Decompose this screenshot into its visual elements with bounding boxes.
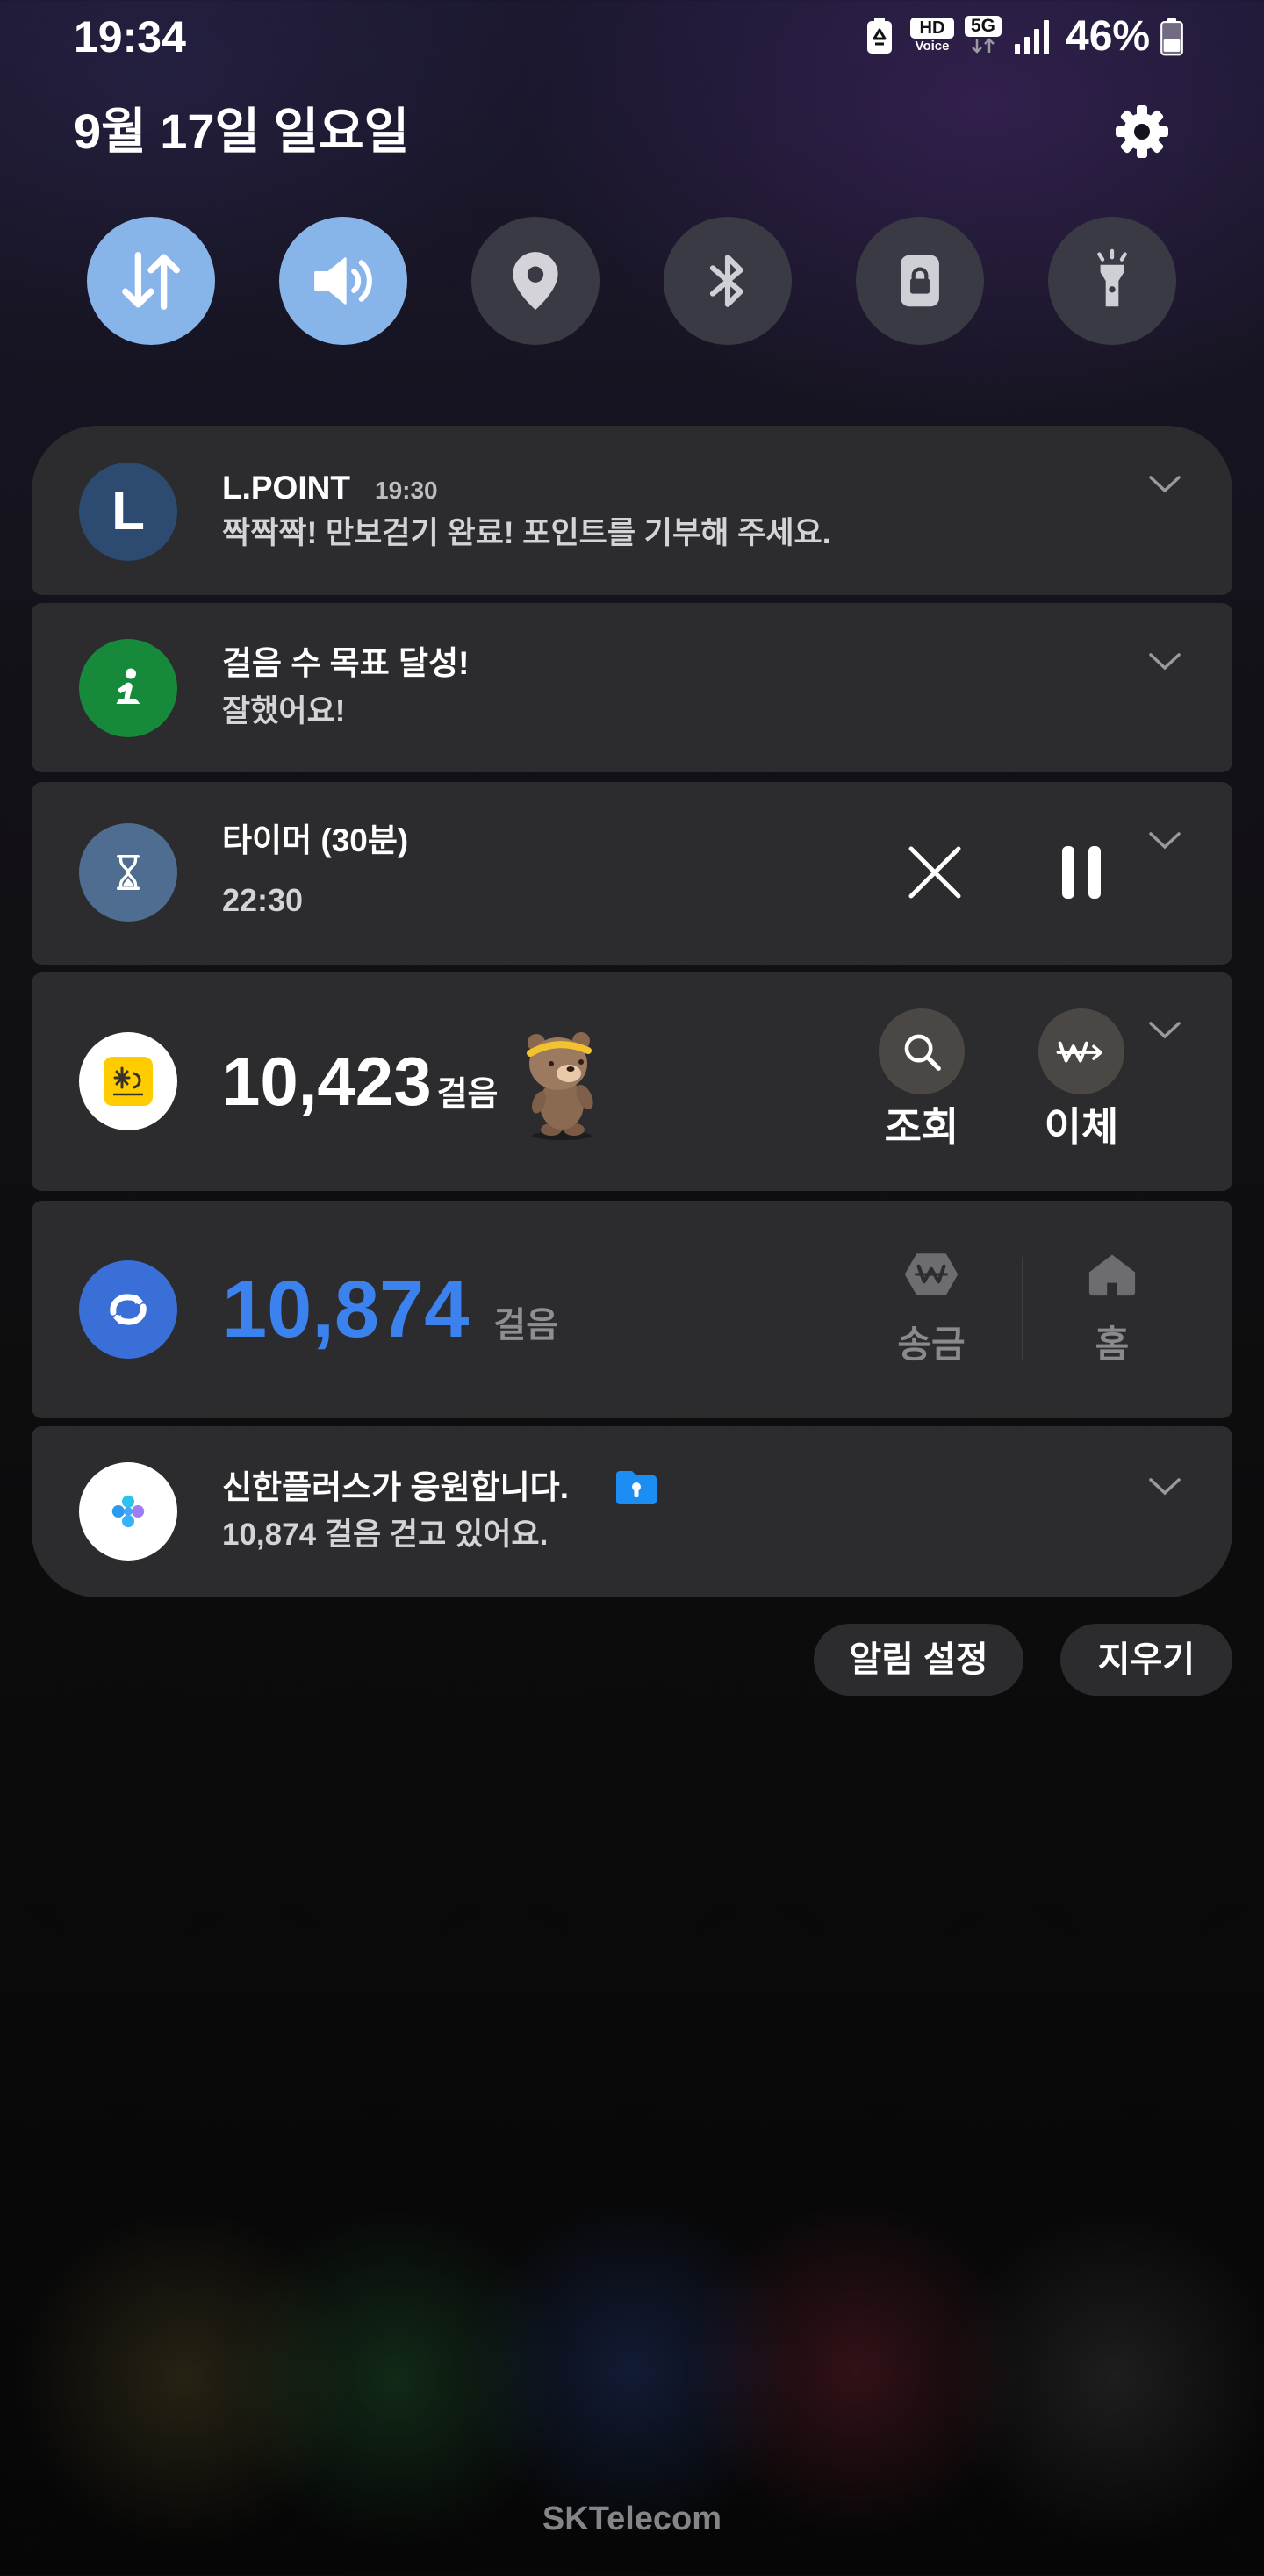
speaker-icon	[314, 257, 372, 305]
shinhan-app-icon	[79, 1260, 177, 1359]
timer-remaining: 22:30	[222, 882, 304, 918]
secure-folder-icon	[616, 1471, 657, 1504]
battery-saver-icon	[867, 18, 892, 54]
notification-title: 걸음 수 목표 달성!	[222, 645, 470, 681]
location-pin-icon	[513, 252, 558, 310]
hd-voice-icon: HD Voice	[910, 18, 954, 56]
notification-time: 19:30	[375, 477, 438, 504]
transfer-icon	[1056, 1041, 1102, 1063]
notification-title-row: 신한플러스가 응원합니다.	[222, 1468, 658, 1507]
shinhan-plus-logo-icon	[111, 1495, 145, 1528]
date-label: 9월 17일 일요일	[74, 104, 410, 159]
kb-logo-icon	[104, 1057, 153, 1106]
gear-icon[interactable]	[1115, 104, 1169, 159]
hd-label: HD	[910, 18, 954, 39]
sound-toggle[interactable]	[279, 217, 407, 345]
lpoint-app-icon: L	[79, 463, 177, 561]
chevron-down-icon[interactable]	[1147, 651, 1182, 672]
kb-transfer-label: 이체	[1044, 1104, 1119, 1150]
battery-percent: 46%	[1066, 13, 1151, 60]
notification-message: 잘했어요!	[222, 694, 346, 728]
bluetooth-toggle[interactable]	[664, 217, 792, 345]
transfer-button-circle	[1038, 1008, 1124, 1094]
bear-character-icon	[527, 1032, 593, 1140]
voice-label: Voice	[915, 39, 950, 54]
shinhan-step-count: 10,874	[222, 1265, 470, 1354]
kb-inquiry-label: 조회	[884, 1104, 959, 1150]
hourglass-icon	[116, 854, 140, 891]
lpoint-logo-letter: L	[111, 481, 145, 542]
shinhan-step-unit: 걸음	[493, 1306, 558, 1345]
clock: 19:34	[74, 12, 186, 61]
kb-inquiry-button[interactable]: 조회	[860, 1008, 983, 1152]
shinhan-swirl-icon	[110, 1294, 147, 1325]
home-label: 홈	[1095, 1324, 1130, 1365]
bluetooth-icon	[709, 255, 743, 307]
notification-title: 타이머 (30분)	[222, 822, 409, 858]
notification-settings-button[interactable]: 알림 설정	[814, 1624, 1023, 1696]
notification-title: 신한플러스가 응원합니다.	[222, 1469, 569, 1505]
health-app-icon	[79, 639, 177, 737]
won-send-icon	[905, 1253, 958, 1295]
network-type-label: 5G	[965, 16, 1002, 37]
kb-steps-display: 10,423 걸음	[222, 1042, 499, 1121]
clock-app-icon	[79, 823, 177, 922]
data-arrows-icon	[122, 252, 180, 310]
5g-data-icon: 5G	[965, 16, 1002, 56]
battery-icon	[1160, 18, 1183, 56]
chevron-down-icon[interactable]	[1147, 1020, 1182, 1041]
shinhan-send-money-button[interactable]: 송금	[870, 1252, 993, 1367]
shinhan-plus-app-icon	[79, 1462, 177, 1561]
flashlight-toggle[interactable]	[1048, 217, 1176, 345]
carrier-label: SKTelecom	[542, 2501, 722, 2537]
notification-lpoint[interactable]: L L.POINT 19:30 짝짝짝! 만보걷기 완료! 포인트를 기부해 주…	[32, 426, 1232, 595]
screen-lock-toggle[interactable]	[856, 217, 984, 345]
chevron-down-icon[interactable]	[1147, 830, 1182, 851]
search-button-circle	[879, 1008, 965, 1094]
notification-shinhan-steps[interactable]: 10,874 걸음 송금 홈	[32, 1201, 1232, 1418]
notification-app-name: L.POINT	[222, 470, 350, 506]
signal-icon	[1015, 20, 1049, 54]
mobile-data-toggle[interactable]	[87, 217, 215, 345]
data-activity-arrows-icon	[972, 38, 995, 54]
notification-message: 10,874 걸음 걷고 있어요.	[222, 1518, 549, 1552]
home-icon	[1088, 1254, 1136, 1296]
close-icon[interactable]	[904, 842, 966, 903]
kb-step-count: 10,423	[222, 1043, 432, 1120]
stretching-person-icon	[116, 668, 140, 704]
send-money-label: 송금	[897, 1324, 966, 1365]
notification-kb-steps[interactable]: 10,423 걸음 조회 이체	[32, 972, 1232, 1191]
shinhan-home-button[interactable]: 홈	[1051, 1252, 1174, 1367]
chevron-down-icon[interactable]	[1147, 1476, 1182, 1497]
notification-timer[interactable]: 타이머 (30분) 22:30	[32, 782, 1232, 965]
clear-all-button[interactable]: 지우기	[1060, 1624, 1232, 1696]
action-divider	[1022, 1257, 1023, 1360]
shinhan-steps-display: 10,874 걸음	[222, 1262, 558, 1357]
notification-step-goal[interactable]: 걸음 수 목표 달성! 잘했어요!	[32, 603, 1232, 772]
notification-message: 짝짝짝! 만보걷기 완료! 포인트를 기부해 주세요.	[222, 516, 831, 550]
kb-transfer-button[interactable]: 이체	[1020, 1008, 1143, 1152]
pause-icon[interactable]	[1053, 844, 1110, 901]
chevron-down-icon[interactable]	[1147, 474, 1182, 495]
lock-icon	[901, 255, 939, 307]
kb-app-icon	[79, 1032, 177, 1130]
location-toggle[interactable]	[471, 217, 600, 345]
kb-step-unit: 걸음	[436, 1076, 499, 1113]
notification-shinhan-plus[interactable]: 신한플러스가 응원합니다. 10,874 걸음 걷고 있어요.	[32, 1426, 1232, 1597]
flashlight-icon	[1097, 248, 1127, 307]
search-icon	[904, 1034, 941, 1071]
